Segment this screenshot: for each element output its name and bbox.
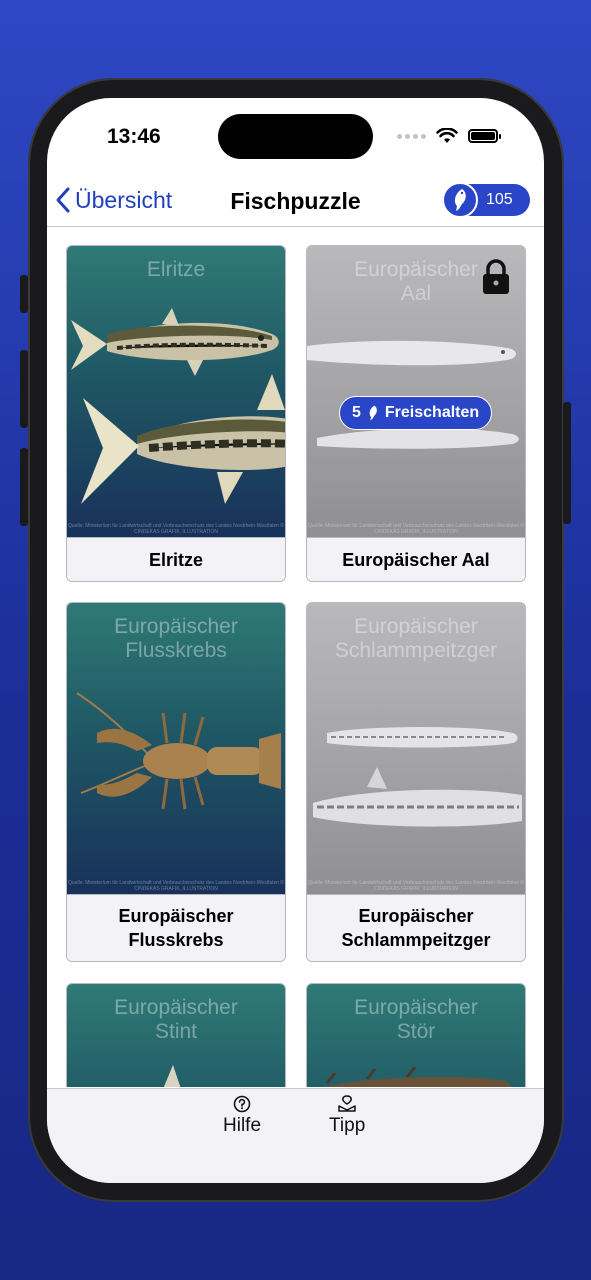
image-credit: Quelle: Ministerium für Landwirtschaft u… [308,880,524,892]
puzzle-grid[interactable]: Elritze Quelle: Ministerium für Landwirt… [47,227,544,1087]
card-image-title: Europäischer Flusskrebs [114,615,238,662]
image-credit: Quelle: Ministerium für Landwirtschaft u… [68,523,284,535]
puzzle-card-europaeischer-flusskrebs[interactable]: Europäischer Flusskrebs Quelle: Minister… [66,602,286,962]
tab-tipp-label: Tipp [329,1115,366,1136]
power-button [563,402,571,524]
fish-coin-icon [369,405,377,421]
mute-switch [20,275,28,313]
puzzle-card-elritze[interactable]: Elritze Quelle: Ministerium für Landwirt… [66,245,286,582]
coin-count: 105 [486,191,513,208]
smelt-illustration [163,1065,181,1087]
card-image-title: Europäischer Stint [114,996,238,1043]
wifi-icon [436,128,458,143]
card-image: Europäischer Stör [307,984,525,1087]
minnow-illustration [71,308,285,504]
question-circle-icon [233,1095,251,1113]
image-credit: Quelle: Ministerium für Landwirtschaft u… [308,523,524,535]
card-image-title: Elritze [146,258,206,281]
bottom-toolbar: Hilfe Tipp [47,1088,544,1183]
tab-hilfe[interactable]: Hilfe [223,1095,261,1137]
tab-tipp[interactable]: Tipp [329,1095,365,1137]
puzzle-card-europaeischer-aal[interactable]: Europäischer Aal 5 Freischalten Quelle: … [306,245,526,582]
unlock-cost: 5 [352,404,361,421]
unlock-label: Freischalten [384,404,480,421]
status-time: 13:46 [107,125,161,148]
puzzle-card-europaeischer-stint[interactable]: Europäischer Stint [66,983,286,1087]
navigation-bar: Übersicht Fischpuzzle 105 [47,180,544,226]
cellular-signal-icon [397,133,426,139]
image-credit: Quelle: Ministerium für Landwirtschaft u… [68,880,284,892]
fish-coin-icon [442,182,478,218]
back-button-label: Übersicht [75,186,173,213]
lock-icon [483,259,509,294]
puzzle-card-europaeischer-schlammpeitzger[interactable]: Europäischer Schlammpeitzger Quelle: Min… [306,602,526,962]
sturgeon-illustration [324,1066,512,1087]
unlock-button[interactable]: 5 Freischalten [339,396,493,430]
volume-down-button [20,448,28,526]
card-image: Europäischer Schlammpeitzger Quelle: Min… [307,603,525,894]
card-image: Europäischer Flusskrebs Quelle: Minister… [67,603,285,894]
card-image-title: Europäischer Stör [354,996,478,1043]
card-image: Europäischer Aal 5 Freischalten Quelle: … [307,246,525,537]
card-caption: Europäischer Aal [307,537,525,581]
card-caption: Elritze [67,537,285,581]
tip-icon [338,1095,356,1112]
card-image: Elritze Quelle: Ministerium für Landwirt… [67,246,285,537]
tab-hilfe-label: Hilfe [223,1115,262,1136]
weatherfish-illustration [313,727,522,827]
fish-coin-badge[interactable]: 105 [442,182,530,218]
card-image-title: Europäischer Schlammpeitzger [334,615,498,662]
dynamic-island [218,114,373,159]
crayfish-illustration [76,692,281,810]
puzzle-card-europaeischer-stoer[interactable]: Europäischer Stör [306,983,526,1087]
chevron-left-icon [56,187,70,213]
card-caption: Europäischer Schlammpeitzger [307,894,525,961]
card-caption: Europäischer Flusskrebs [67,894,285,961]
status-indicators [397,128,501,144]
battery-icon [468,129,501,143]
back-button[interactable]: Übersicht [55,186,172,214]
card-image: Europäischer Stint [67,984,285,1087]
volume-up-button [20,350,28,428]
app-screen: 13:46 Übersicht Fischpuzzle 105 Elritze … [47,98,544,1183]
